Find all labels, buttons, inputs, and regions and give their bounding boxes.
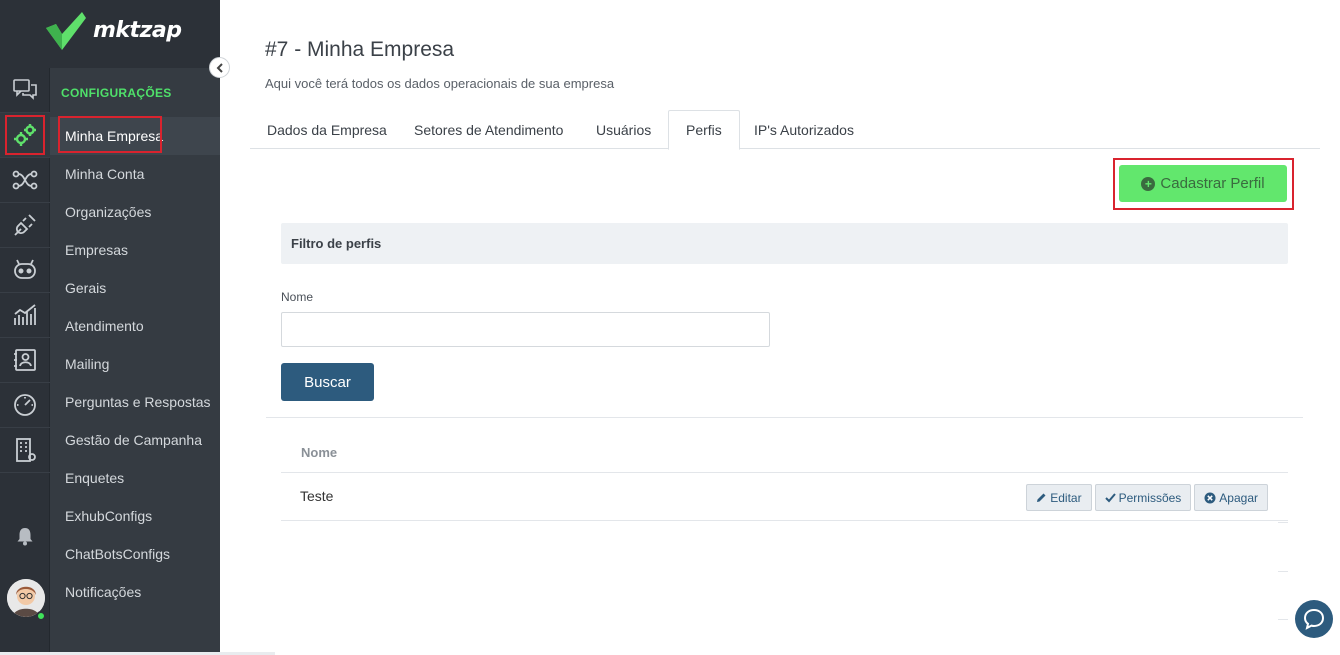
page-title: #7 - Minha Empresa <box>265 38 455 61</box>
name-field-label: Nome <box>281 290 314 304</box>
online-status-dot <box>36 611 46 621</box>
notifications-button[interactable] <box>0 516 50 556</box>
check-icon <box>1104 493 1116 503</box>
row-separator <box>1278 571 1288 572</box>
tab-perfis[interactable]: Perfis <box>668 110 740 150</box>
row-actions: Editar Permissões Apagar <box>1026 484 1268 511</box>
profile-name-cell: Teste <box>300 488 334 504</box>
chat-rail-button[interactable] <box>0 68 50 113</box>
menu-item-gerais[interactable]: Gerais <box>50 269 220 307</box>
tab-bar: Dados da Empresa Setores de Atendimento … <box>250 110 1320 150</box>
settings-menu: CONFIGURAÇÕES Minha Empresa Minha Conta … <box>50 68 220 655</box>
bot-icon <box>14 259 36 279</box>
plug-rail-button[interactable] <box>0 203 50 248</box>
filter-panel-header: Filtro de perfis <box>281 223 1288 264</box>
tab-ips-autorizados[interactable]: IP's Autorizados <box>737 110 871 149</box>
buscar-button[interactable]: Buscar <box>281 363 374 401</box>
times-circle-icon <box>1204 492 1216 503</box>
menu-item-chatbotsconfigs[interactable]: ChatBotsConfigs <box>50 535 220 573</box>
menu-item-gestao-campanha[interactable]: Gestão de Campanha <box>50 421 220 459</box>
bot-rail-button[interactable] <box>0 248 50 293</box>
plus-circle-icon: + <box>1141 176 1156 191</box>
pencil-icon <box>1037 493 1046 502</box>
delete-button[interactable]: Apagar <box>1194 484 1268 511</box>
icon-rail <box>0 68 50 655</box>
menu-title: CONFIGURAÇÕES <box>61 86 172 100</box>
menu-item-empresas[interactable]: Empresas <box>50 231 220 269</box>
cadastrar-perfil-label: Cadastrar Perfil <box>1160 175 1265 192</box>
tab-dados-empresa[interactable]: Dados da Empresa <box>250 110 404 149</box>
bell-icon <box>17 528 33 546</box>
gauge-rail-button[interactable] <box>0 383 50 428</box>
page-subtitle: Aqui você terá todos os dados operaciona… <box>265 76 615 91</box>
cadastrar-perfil-button[interactable]: + Cadastrar Perfil <box>1119 165 1287 202</box>
plug-icon <box>14 214 36 236</box>
edit-label: Editar <box>1050 490 1082 505</box>
tab-usuarios[interactable]: Usuários <box>579 110 668 149</box>
flow-icon <box>12 170 38 190</box>
chat-support-button[interactable] <box>1295 600 1333 638</box>
brand-name: mktzap <box>93 18 182 43</box>
contacts-rail-button[interactable] <box>0 338 50 383</box>
building-icon <box>16 438 36 462</box>
tab-setores-atendimento[interactable]: Setores de Atendimento <box>397 110 580 149</box>
contacts-icon <box>14 349 36 371</box>
menu-item-notificacoes[interactable]: Notificações <box>50 573 220 611</box>
stats-icon <box>14 304 36 325</box>
main-content: #7 - Minha Empresa Aqui você terá todos … <box>220 0 1340 655</box>
menu-item-enquetes[interactable]: Enquetes <box>50 459 220 497</box>
menu-item-organizacoes[interactable]: Organizações <box>50 193 220 231</box>
menu-highlight-box <box>58 116 162 153</box>
section-divider <box>266 417 1303 418</box>
chat-icon <box>13 79 37 100</box>
gauge-icon <box>14 394 36 416</box>
menu-item-atendimento[interactable]: Atendimento <box>50 307 220 345</box>
table-row: Teste Editar Permissões Apagar <box>281 473 1288 521</box>
edit-button[interactable]: Editar <box>1026 484 1092 511</box>
brand-bar: mktzap <box>0 0 220 68</box>
permissions-label: Permissões <box>1118 490 1182 505</box>
row-separator <box>1278 522 1288 523</box>
logo-check-icon <box>46 12 86 50</box>
menu-item-exhubconfigs[interactable]: ExhubConfigs <box>50 497 220 535</box>
menu-item-mailing[interactable]: Mailing <box>50 345 220 383</box>
settings-highlight-box <box>5 115 45 155</box>
permissions-button[interactable]: Permissões <box>1094 484 1192 511</box>
name-filter-input[interactable] <box>281 312 770 347</box>
stats-rail-button[interactable] <box>0 293 50 338</box>
flow-rail-button[interactable] <box>0 158 50 203</box>
row-separator <box>1278 619 1288 620</box>
profiles-table: Nome Teste Editar Permissões Apagar <box>281 433 1288 521</box>
table-header-name: Nome <box>281 433 1288 473</box>
chat-bubble-icon <box>1303 608 1325 630</box>
menu-item-perguntas[interactable]: Perguntas e Respostas <box>50 383 220 421</box>
menu-item-minha-conta[interactable]: Minha Conta <box>50 155 220 193</box>
building-rail-button[interactable] <box>0 428 50 473</box>
delete-label: Apagar <box>1219 490 1258 505</box>
